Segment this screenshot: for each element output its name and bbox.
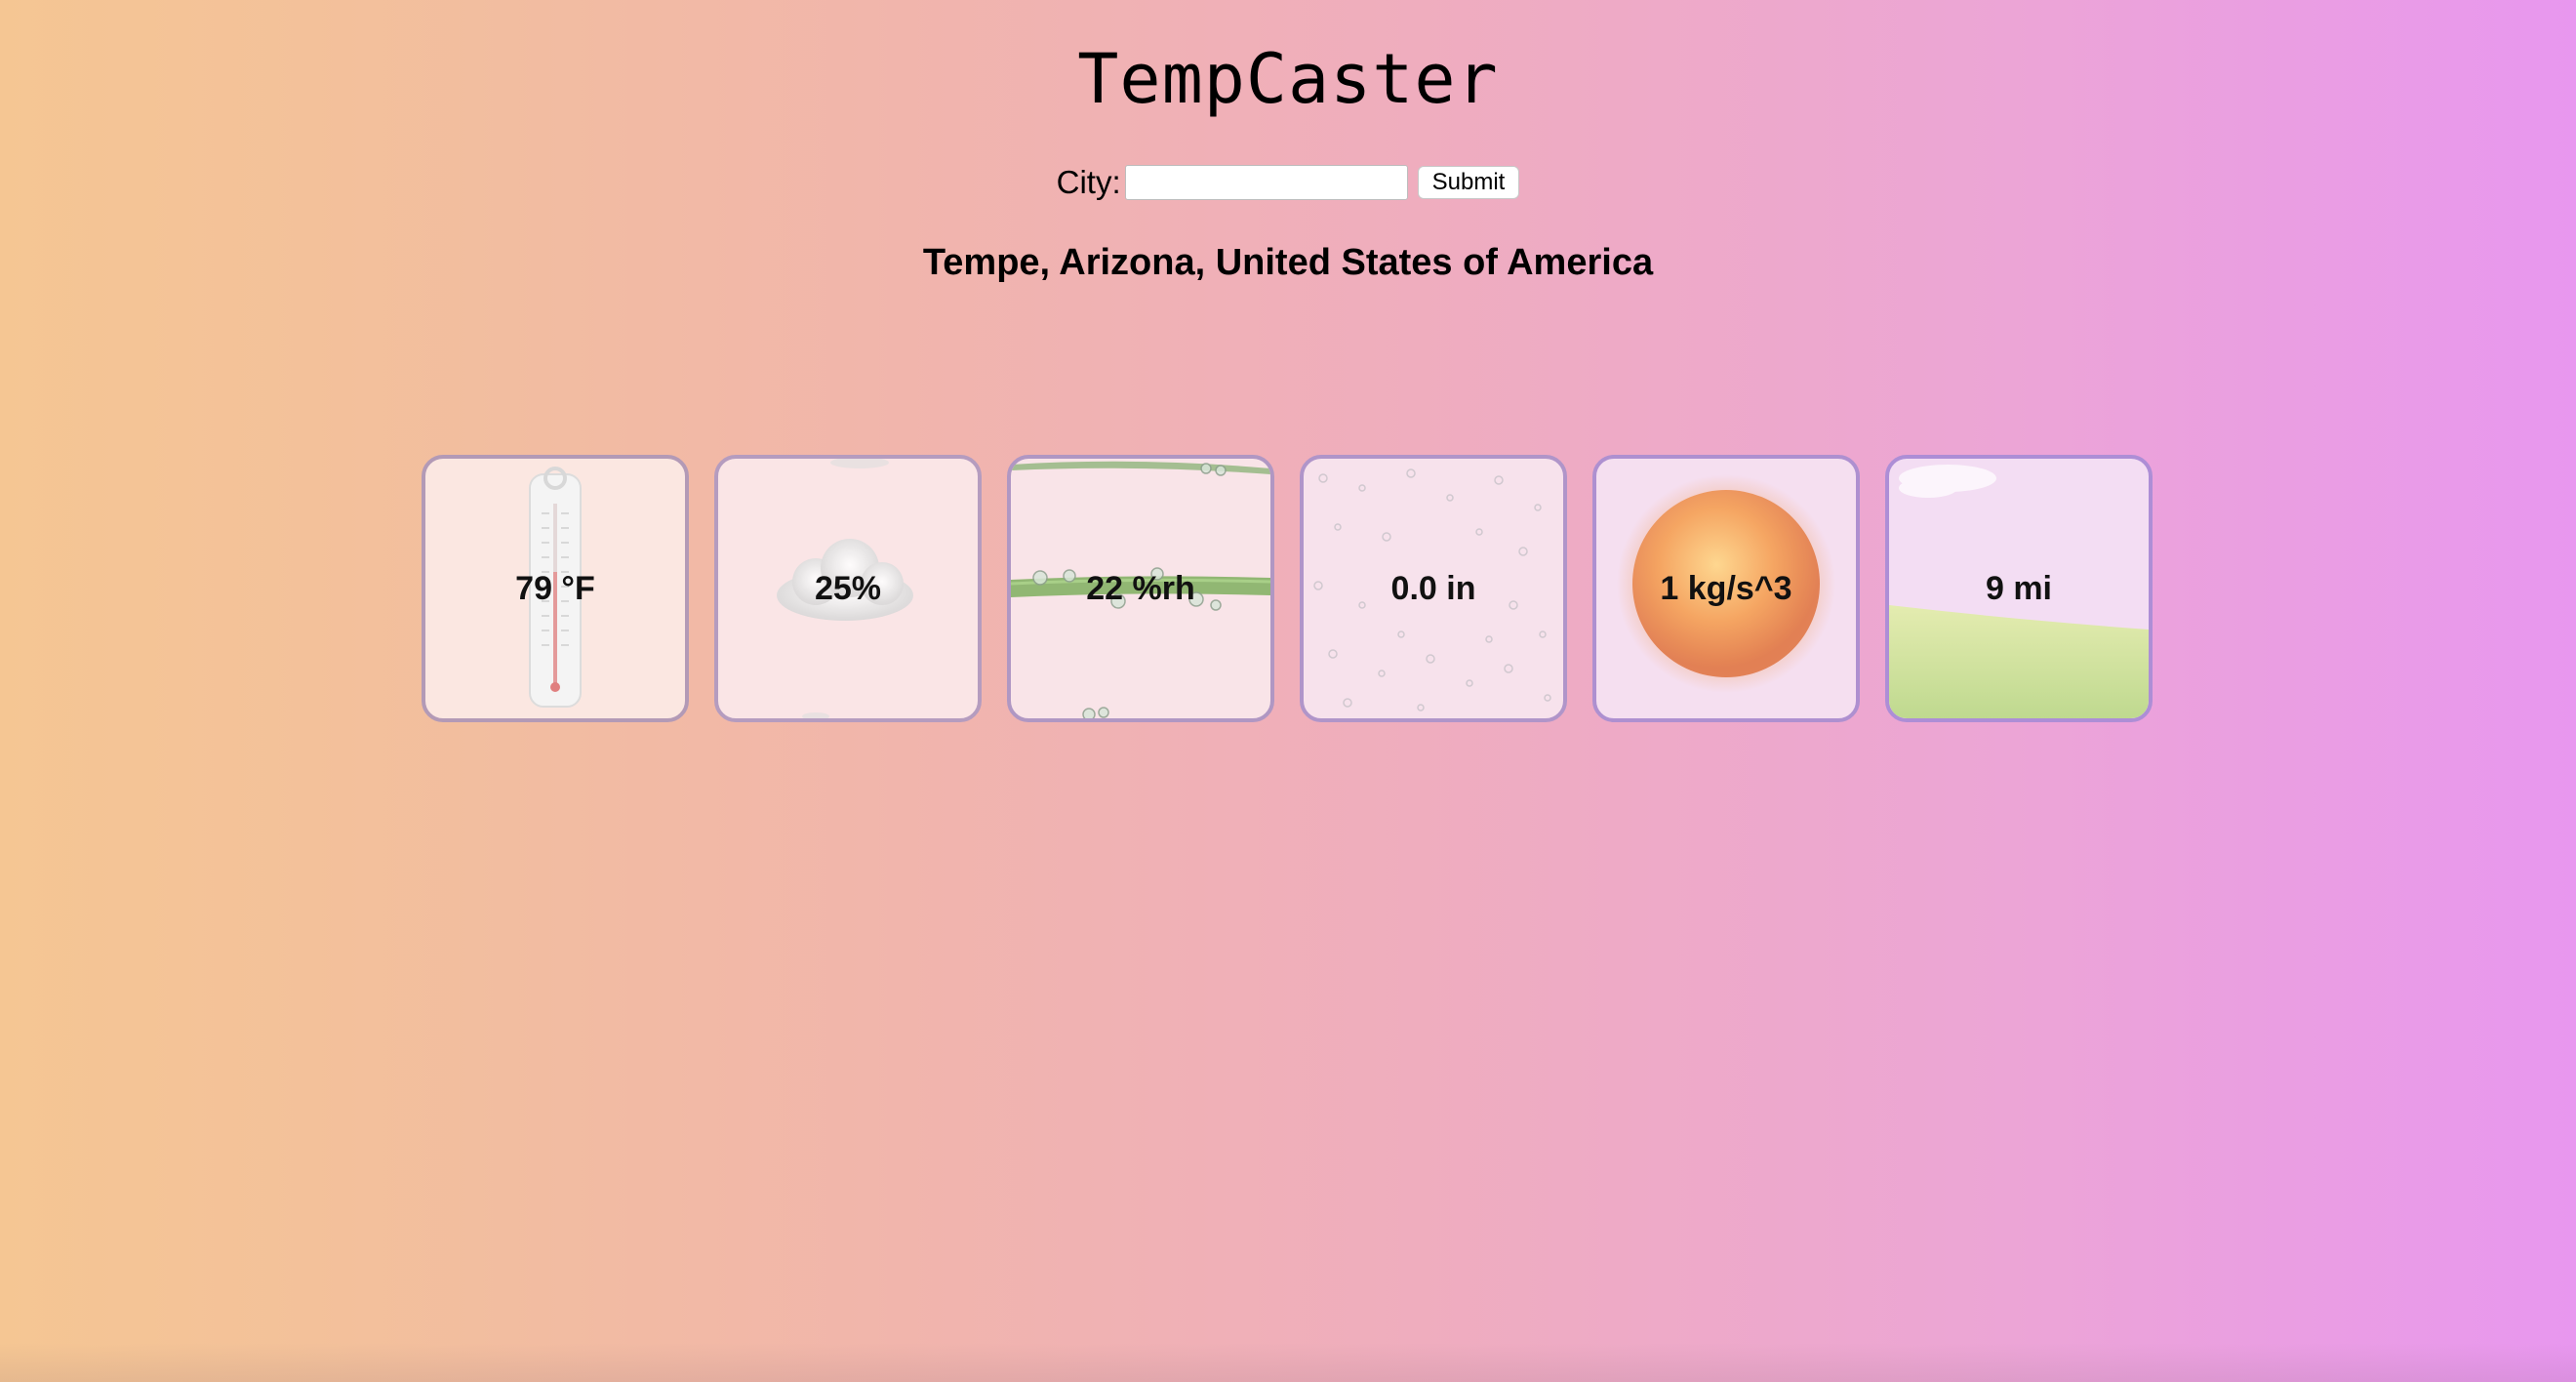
cloud-cover-value: 25% (814, 569, 882, 607)
temperature-value: 79 °F (515, 569, 595, 607)
solar-value: 1 kg/s^3 (1660, 569, 1792, 607)
precipitation-card: 0.0 in (1300, 455, 1567, 722)
submit-button[interactable]: Submit (1417, 166, 1520, 199)
solar-card: 1 kg/s^3 (1592, 455, 1860, 722)
visibility-card: 9 mi (1885, 455, 2153, 722)
app-title: TempCaster (1077, 39, 1499, 119)
humidity-value: 22 %rh (1086, 569, 1195, 607)
cloud-cover-card: 25% (714, 455, 982, 722)
bottom-shade (0, 1343, 2576, 1382)
city-label: City: (1056, 164, 1121, 200)
weather-cards: 79 °F 25% 22 %rh 0.0 in 1 kg/s^3 9 mi (422, 455, 2153, 722)
city-form: City: Submit (0, 164, 2576, 201)
location-heading: Tempe, Arizona, United States of America (922, 242, 1654, 283)
precipitation-value: 0.0 in (1390, 569, 1476, 607)
humidity-card: 22 %rh (1007, 455, 1274, 722)
city-input[interactable] (1124, 165, 1408, 200)
temperature-card: 79 °F (422, 455, 689, 722)
visibility-value: 9 mi (1985, 569, 2053, 607)
